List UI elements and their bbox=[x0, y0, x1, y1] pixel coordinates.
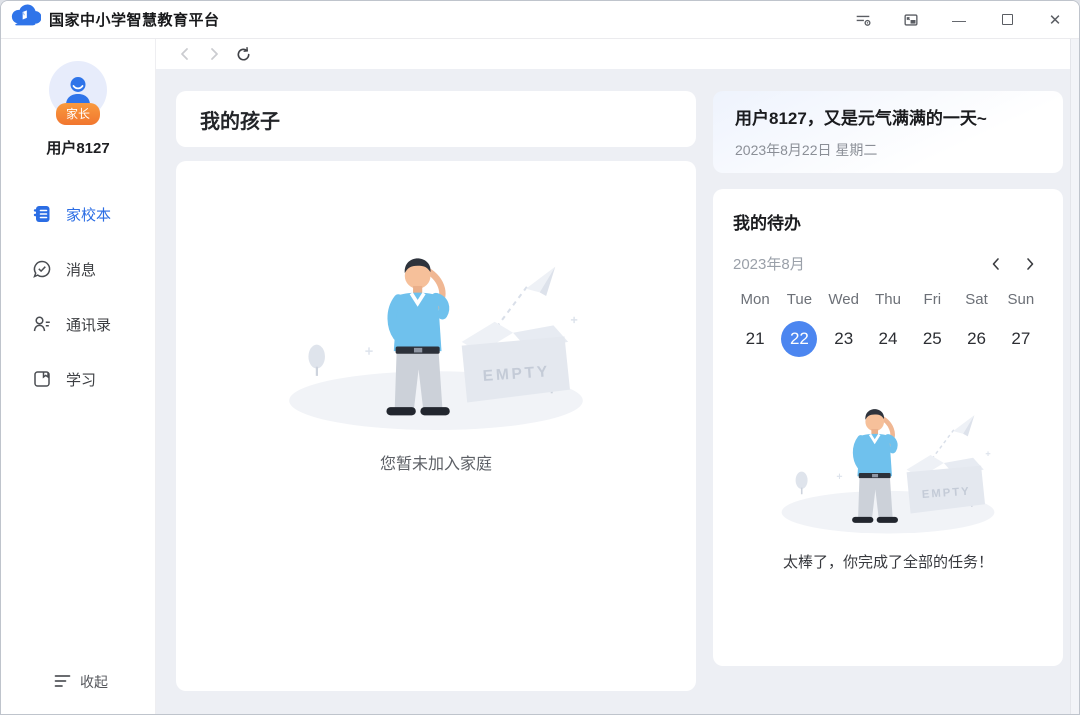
close-icon[interactable]: ✕ bbox=[1031, 1, 1079, 38]
message-check-icon bbox=[32, 259, 52, 283]
sidebar-item-homework-book[interactable]: 家校本 bbox=[1, 192, 155, 240]
scrollbar[interactable] bbox=[1070, 39, 1079, 714]
weekday-label: Sat bbox=[954, 291, 998, 308]
greeting-card: 用户8127，又是元气满满的一天~ 2023年8月22日 星期二 bbox=[713, 91, 1063, 173]
todo-card: 我的待办 2023年8月 bbox=[713, 189, 1063, 666]
settings-list-icon[interactable] bbox=[839, 1, 887, 38]
empty-family-caption: 您暂未加入家庭 bbox=[380, 450, 492, 474]
content-area: 我的孩子 您暂未加入家庭 用户8127，又是元气满满的一天~ 2023年8月22… bbox=[156, 69, 1079, 714]
collapse-sidebar-button[interactable]: 收起 bbox=[54, 672, 108, 692]
maximize-icon[interactable] bbox=[983, 1, 1031, 38]
calendar-date[interactable]: 25 bbox=[910, 321, 954, 357]
calendar-date[interactable]: 27 bbox=[999, 321, 1043, 357]
navigation-toolbar bbox=[156, 39, 1079, 69]
window-controls: — ✕ bbox=[839, 1, 1079, 38]
tasks-done-caption: 太棒了，你完成了全部的任务！ bbox=[733, 551, 1043, 572]
page-title: 我的孩子 bbox=[200, 105, 280, 134]
weekday-label: Wed bbox=[822, 291, 866, 308]
sidebar-item-label: 学习 bbox=[66, 371, 96, 391]
greeting-date: 2023年8月22日 星期二 bbox=[735, 140, 1041, 160]
calendar-date-row: 21 22 23 24 25 26 27 bbox=[733, 321, 1043, 357]
mini-window-icon[interactable] bbox=[887, 1, 935, 38]
children-empty-state-card: 您暂未加入家庭 bbox=[176, 161, 696, 691]
weekday-label: Mon bbox=[733, 291, 777, 308]
sidebar-item-label: 通讯录 bbox=[66, 316, 111, 336]
calendar-date[interactable]: 24 bbox=[866, 321, 910, 357]
sidebar-item-contacts[interactable]: 通讯录 bbox=[1, 302, 155, 350]
collapse-icon bbox=[54, 674, 71, 691]
weekday-label: Sun bbox=[999, 291, 1043, 308]
calendar-date-selected[interactable]: 22 bbox=[777, 321, 821, 357]
next-week-icon[interactable] bbox=[1023, 257, 1037, 271]
sidebar: 家长 用户8127 家校本 bbox=[1, 39, 156, 714]
calendar-weekday-row: Mon Tue Wed Thu Fri Sat Sun bbox=[733, 291, 1043, 308]
calendar-date[interactable]: 26 bbox=[954, 321, 998, 357]
role-badge: 家长 bbox=[56, 103, 100, 125]
book-icon bbox=[32, 369, 52, 393]
app-window: 国家中小学智慧教育平台 — bbox=[0, 0, 1080, 715]
weekday-label: Tue bbox=[777, 291, 821, 308]
prev-week-icon[interactable] bbox=[989, 257, 1003, 271]
calendar-date[interactable]: 23 bbox=[822, 321, 866, 357]
sidebar-item-label: 消息 bbox=[66, 261, 96, 281]
forward-icon[interactable] bbox=[206, 46, 222, 62]
greeting-title: 用户8127，又是元气满满的一天~ bbox=[735, 104, 1041, 129]
collapse-label: 收起 bbox=[80, 672, 108, 692]
todo-title: 我的待办 bbox=[733, 209, 1043, 234]
app-title: 国家中小学智慧教育平台 bbox=[49, 9, 220, 30]
sidebar-item-learning[interactable]: 学习 bbox=[1, 357, 155, 405]
empty-family-illustration bbox=[280, 239, 592, 432]
calendar-month-row: 2023年8月 bbox=[733, 253, 1043, 274]
calendar-date[interactable]: 21 bbox=[733, 321, 777, 357]
user-profile: 家长 用户8127 bbox=[46, 61, 109, 158]
refresh-icon[interactable] bbox=[235, 46, 252, 63]
tasks-done-illustration bbox=[775, 395, 1001, 535]
sidebar-item-messages[interactable]: 消息 bbox=[1, 247, 155, 295]
username: 用户8127 bbox=[46, 137, 109, 158]
title-bar: 国家中小学智慧教育平台 — bbox=[1, 1, 1079, 39]
weekday-label: Thu bbox=[866, 291, 910, 308]
my-children-card: 我的孩子 bbox=[176, 91, 696, 147]
app-logo-icon bbox=[11, 4, 41, 35]
minimize-icon[interactable]: — bbox=[935, 1, 983, 38]
sidebar-nav: 家校本 消息 bbox=[1, 192, 155, 412]
notebook-icon bbox=[32, 204, 52, 228]
calendar-month-label: 2023年8月 bbox=[733, 253, 805, 274]
contacts-icon bbox=[32, 314, 52, 338]
weekday-label: Fri bbox=[910, 291, 954, 308]
back-icon[interactable] bbox=[177, 46, 193, 62]
sidebar-item-label: 家校本 bbox=[66, 206, 111, 226]
